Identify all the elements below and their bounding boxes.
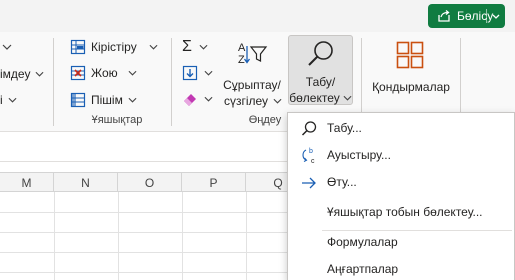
- clear-button[interactable]: [182, 91, 213, 107]
- chevron-down-icon[interactable]: [2, 44, 12, 50]
- addins-icon: [396, 41, 424, 69]
- chevron-down-icon: [35, 71, 44, 77]
- svg-text:A: A: [238, 42, 246, 54]
- svg-text:c: c: [311, 158, 315, 165]
- column-header-n[interactable]: N: [54, 173, 118, 192]
- chevron-down-icon[interactable]: [490, 9, 502, 23]
- group-divider: [53, 38, 54, 126]
- find-select-button[interactable]: Табу/ бөлектеу: [288, 35, 353, 105]
- format-cells-label: Пішім: [91, 93, 123, 107]
- column-header-p[interactable]: P: [182, 173, 246, 192]
- sort-filter-label-2: сүзгілеу: [223, 94, 269, 108]
- ribbon-left-label-1: імдеу: [0, 67, 31, 81]
- delete-cells-button[interactable]: Жою: [70, 64, 137, 82]
- search-icon: [308, 41, 333, 66]
- column-gridline: [118, 192, 119, 280]
- menu-item-find[interactable]: Табу...: [288, 115, 515, 142]
- menu-item-goto-special-label: Ұяшықтар тобын бөлектеу...: [327, 205, 483, 219]
- share-label: Бөлісу: [457, 9, 494, 23]
- title-bar: Бөлісу: [0, 0, 515, 32]
- svg-text:Z: Z: [238, 54, 245, 66]
- sort-filter-button[interactable]: A Z Сұрыптау/ сүзгілеу: [220, 38, 284, 108]
- find-select-menu: Табу... b c Ауыстыру... Өту... Ұяшықтар …: [287, 112, 515, 280]
- column-header-o[interactable]: O: [118, 173, 182, 192]
- menu-item-goto-label: Өту...: [327, 175, 357, 189]
- find-select-label-2: бөлектеу: [289, 91, 340, 105]
- chevron-down-icon: [199, 44, 208, 50]
- sort-filter-label-row: сүзгілеу: [224, 94, 282, 108]
- ribbon-left-item-1[interactable]: імдеу: [0, 66, 44, 82]
- fill-button[interactable]: [182, 65, 213, 81]
- chevron-down-icon: [204, 96, 213, 102]
- insert-cells-label: Кірістіру: [91, 40, 137, 54]
- menu-item-replace-label: Ауыстыру...: [327, 148, 391, 162]
- fill-down-icon: [182, 65, 198, 81]
- share-button[interactable]: Бөлісу: [428, 4, 505, 28]
- format-cells-button[interactable]: Пішім: [70, 91, 137, 109]
- ribbon-left-item-2[interactable]: і: [0, 92, 17, 108]
- chevron-down-icon: [8, 97, 17, 103]
- insert-cells-icon: [70, 39, 86, 55]
- eraser-icon: [184, 94, 196, 106]
- chevron-down-icon: [204, 70, 213, 76]
- menu-item-notes[interactable]: Аңғартпалар: [288, 256, 515, 280]
- menu-item-notes-label: Аңғартпалар: [327, 262, 399, 276]
- addins-button[interactable]: Қондырмалар: [368, 38, 454, 108]
- column-gridline: [246, 192, 247, 280]
- column-gridline: [54, 192, 55, 280]
- sigma-icon: Σ: [182, 38, 192, 55]
- group-divider: [171, 38, 172, 126]
- addins-label: Қондырмалар: [372, 80, 450, 94]
- share-icon: [438, 9, 450, 22]
- menu-item-formulas[interactable]: Формулалар: [288, 229, 515, 256]
- cells-group-label: Ұяшықтар: [91, 114, 143, 126]
- menu-item-goto[interactable]: Өту...: [288, 169, 515, 196]
- find-select-label-row: бөлектеу: [289, 91, 352, 105]
- menu-item-goto-special[interactable]: Ұяшықтар тобын бөлектеу...: [288, 199, 515, 226]
- column-header-m[interactable]: M: [0, 173, 54, 192]
- arrow-right-icon: [302, 177, 316, 189]
- chevron-down-icon: [149, 44, 158, 50]
- svg-text:b: b: [309, 148, 313, 155]
- menu-item-formulas-label: Формулалар: [327, 235, 398, 249]
- column-gridline: [182, 192, 183, 280]
- sort-filter-label-1: Сұрыптау/: [223, 78, 281, 92]
- delete-cells-label: Жою: [91, 66, 118, 80]
- find-select-label-1: Табу/: [305, 75, 336, 89]
- chevron-down-icon: [128, 97, 137, 103]
- insert-cells-button[interactable]: Кірістіру: [70, 38, 158, 56]
- chevron-down-icon: [273, 98, 282, 104]
- sort-filter-icon: A Z: [238, 42, 268, 66]
- share-divider: [486, 9, 487, 23]
- format-cells-icon: [70, 92, 86, 108]
- ribbon-left-label-2: і: [0, 93, 3, 107]
- replace-icon: b c: [302, 148, 315, 165]
- menu-item-find-label: Табу...: [327, 121, 362, 135]
- chevron-down-icon: [343, 95, 352, 101]
- autosum-button[interactable]: Σ: [182, 39, 208, 55]
- menu-item-replace[interactable]: b c Ауыстыру...: [288, 142, 515, 169]
- search-icon: [301, 121, 317, 136]
- delete-cells-icon: [70, 65, 86, 81]
- chevron-down-icon: [128, 70, 137, 76]
